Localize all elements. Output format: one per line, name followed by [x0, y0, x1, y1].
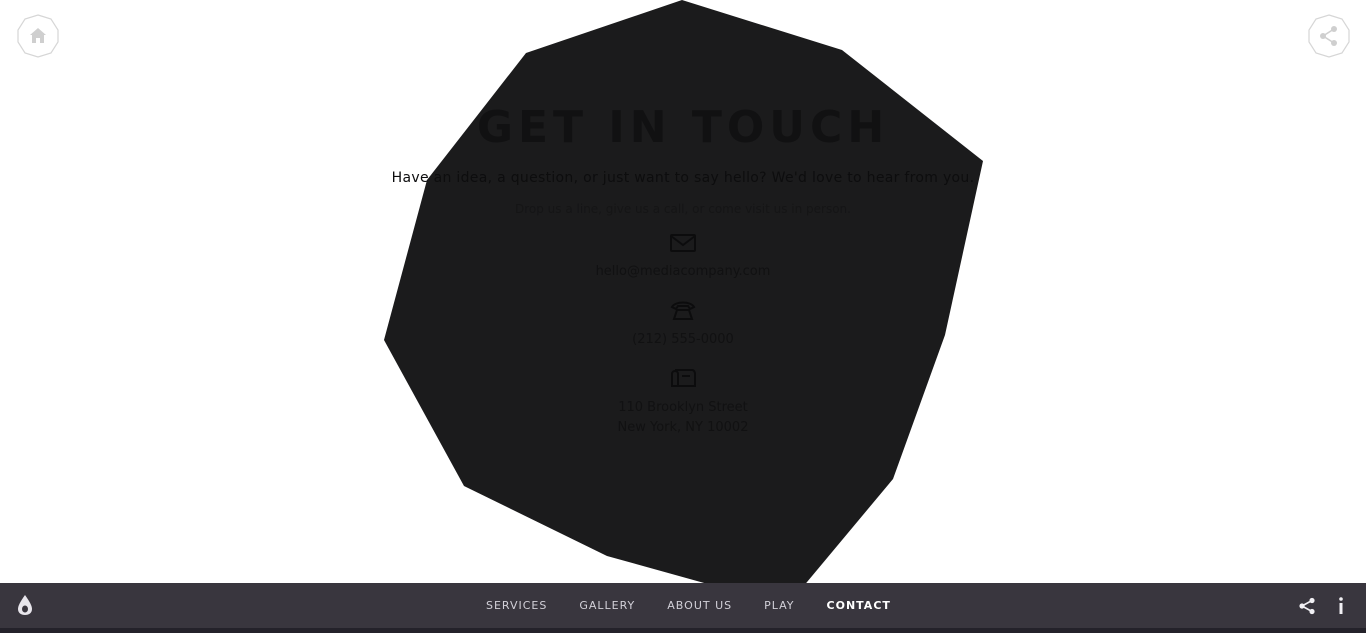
phone-item[interactable]: (212) 555-0000 [383, 298, 983, 350]
nav-item-services[interactable]: SERVICES [470, 599, 563, 612]
email-text[interactable]: hello@mediacompany.com [383, 262, 983, 282]
address-line-2: New York, NY 10002 [617, 420, 749, 435]
nav-item-about-us[interactable]: ABOUT US [651, 599, 748, 612]
envelope-icon [670, 234, 696, 252]
page-title: GET IN TOUCH [476, 102, 890, 153]
drop-logo-icon[interactable] [14, 593, 36, 617]
mailbox-icon [671, 369, 696, 387]
nav-item-gallery[interactable]: GALLERY [563, 599, 651, 612]
nav-item-play[interactable]: PLAY [748, 599, 810, 612]
phone-text[interactable]: (212) 555-0000 [383, 330, 983, 350]
bottom-strip [0, 628, 1366, 633]
more-vertical-icon[interactable] [1333, 596, 1349, 616]
address-line-1: 110 Brooklyn Street [618, 400, 748, 415]
main-nav: SERVICES GALLERY ABOUT US PLAY CONTACT [470, 583, 907, 628]
contact-section: GET IN TOUCH Have an idea, a question, o… [383, 100, 983, 438]
email-item[interactable]: hello@mediacompany.com [383, 232, 983, 282]
contact-subtitle: Have an idea, a question, or just want t… [391, 170, 975, 186]
page: GET IN TOUCH Have an idea, a question, o… [0, 0, 1366, 633]
share-icon[interactable] [1298, 597, 1316, 615]
contact-note: Drop us a line, give us a call, or come … [515, 202, 851, 216]
bottom-navigation-bar: SERVICES GALLERY ABOUT US PLAY CONTACT [0, 583, 1366, 628]
nav-item-contact[interactable]: CONTACT [811, 599, 907, 612]
phone-icon [670, 301, 696, 320]
address-item: 110 Brooklyn Street New York, NY 10002 [383, 366, 983, 438]
